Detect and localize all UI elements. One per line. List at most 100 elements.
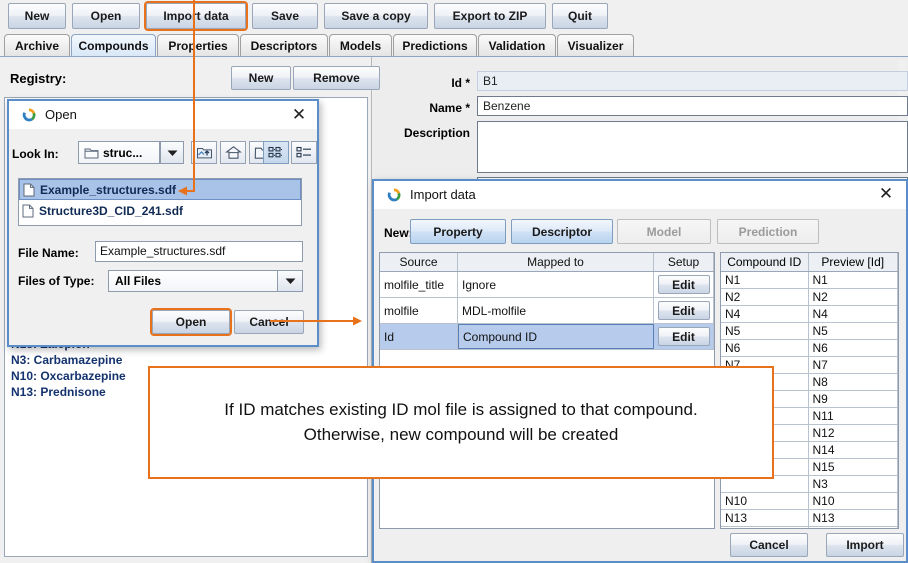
file-icon: [22, 204, 34, 217]
id-field-label: Id *: [451, 76, 470, 90]
table-row[interactable]: N13 N13: [721, 510, 898, 527]
toolbar-button-save[interactable]: Save: [252, 3, 318, 29]
column-header-setup: Setup: [654, 253, 714, 271]
tab-compounds[interactable]: Compounds: [71, 34, 156, 56]
cell-preview-id: N10: [809, 493, 898, 509]
app-spinner-icon: [387, 188, 401, 202]
toolbar-button-quit[interactable]: Quit: [552, 3, 608, 29]
cell-mapped-to[interactable]: MDL-molfile: [458, 298, 654, 323]
new-label: New:: [384, 226, 413, 240]
annotation-arrowhead-right: [353, 316, 362, 326]
annotation-line-import: [193, 0, 195, 192]
registry-remove-button[interactable]: Remove: [293, 66, 380, 90]
new-property-button[interactable]: Property: [410, 219, 506, 244]
toolbar-button-export-to-zip[interactable]: Export to ZIP: [434, 3, 546, 29]
table-row[interactable]: N6 N6: [721, 340, 898, 357]
table-row[interactable]: N5 N5: [721, 323, 898, 340]
import-cancel-button[interactable]: Cancel: [730, 533, 808, 557]
cell-preview-id: [809, 527, 898, 528]
close-icon[interactable]: ✕: [289, 105, 309, 125]
open-dialog-title: Open: [45, 107, 77, 122]
look-in-value: struc...: [103, 145, 143, 160]
mapping-table-header: Source Mapped to Setup: [380, 253, 714, 272]
edit-button[interactable]: Edit: [657, 275, 710, 294]
toolbar-button-save-a-copy[interactable]: Save a copy: [324, 3, 428, 29]
table-row[interactable]: N1 N1: [721, 272, 898, 289]
edit-button[interactable]: Edit: [657, 327, 710, 346]
open-button[interactable]: Open: [150, 308, 232, 336]
list-item[interactable]: Structure3D_CID_241.sdf: [19, 200, 301, 221]
import-dialog-title: Import data: [410, 187, 476, 202]
tab-properties[interactable]: Properties: [157, 34, 239, 56]
file-name: Example_structures.sdf: [40, 182, 177, 197]
cell-preview-id: N8: [809, 374, 898, 390]
toolbar-button-new[interactable]: New: [8, 3, 66, 29]
cell-preview-id: N4: [809, 306, 898, 322]
tab-visualizer[interactable]: Visualizer: [557, 34, 634, 56]
toolbar-button-import-data[interactable]: Import data: [144, 1, 248, 31]
cell-preview-id: N13: [809, 510, 898, 526]
folder-icon: [84, 148, 99, 159]
table-row[interactable]: Id Compound ID Edit: [380, 324, 714, 350]
details-view-icon[interactable]: [263, 141, 289, 164]
new-prediction-button: Prediction: [717, 219, 819, 244]
tab-predictions[interactable]: Predictions: [393, 34, 477, 56]
cell-preview-id: N12: [809, 425, 898, 441]
cell-preview-id: N1: [809, 272, 898, 288]
file-name-label: File Name:: [18, 246, 79, 260]
name-field[interactable]: Benzene: [477, 96, 908, 116]
chevron-down-icon[interactable]: [160, 141, 184, 164]
table-row[interactable]: N4 N4: [721, 306, 898, 323]
app-spinner-icon: [22, 108, 36, 122]
file-list[interactable]: Example_structures.sdf Structure3D_CID_2…: [18, 178, 302, 226]
table-row[interactable]: N2 N2: [721, 289, 898, 306]
tab-validation[interactable]: Validation: [478, 34, 556, 56]
file-name-input[interactable]: Example_structures.sdf: [95, 241, 303, 262]
home-icon[interactable]: [220, 141, 246, 164]
column-header-mapped-to: Mapped to: [458, 253, 654, 271]
toolbar-button-open[interactable]: Open: [72, 3, 140, 29]
cell-compound-id: N5: [721, 323, 809, 339]
id-field[interactable]: B1: [477, 71, 908, 91]
list-item[interactable]: Example_structures.sdf: [19, 179, 301, 200]
name-field-label: Name *: [429, 101, 470, 115]
look-in-label: Look In:: [12, 147, 59, 161]
cell-compound-id: N13: [721, 510, 809, 526]
tab-models[interactable]: Models: [329, 34, 392, 56]
annotation-callout: If ID matches existing ID mol file is as…: [148, 366, 774, 479]
import-confirm-button[interactable]: Import: [826, 533, 904, 557]
list-view-icon[interactable]: [291, 141, 317, 164]
chevron-down-icon[interactable]: [277, 271, 302, 291]
registry-new-button[interactable]: New: [231, 66, 291, 90]
cell-compound-id: N2: [721, 289, 809, 305]
cell-preview-id: N5: [809, 323, 898, 339]
open-dialog-cancel-button[interactable]: Cancel: [234, 310, 304, 334]
column-header-source: Source: [380, 253, 458, 271]
table-row[interactable]: [721, 527, 898, 528]
column-header-preview-id: Preview [Id]: [809, 253, 898, 271]
description-field[interactable]: [477, 121, 908, 173]
cell-compound-id: N6: [721, 340, 809, 356]
table-row[interactable]: N10 N10: [721, 493, 898, 510]
cell-source: molfile_title: [380, 272, 458, 297]
look-in-combobox[interactable]: struc...: [78, 141, 160, 164]
cell-preview-id: N14: [809, 442, 898, 458]
file-name: Structure3D_CID_241.sdf: [39, 203, 184, 218]
cell-mapped-to[interactable]: Compound ID: [458, 324, 654, 349]
table-row[interactable]: molfile_title Ignore Edit: [380, 272, 714, 298]
tab-descriptors[interactable]: Descriptors: [240, 34, 328, 56]
annotation-line-2: Otherwise, new compound will be created: [303, 424, 619, 444]
cell-source: Id: [380, 324, 458, 349]
cell-mapped-to[interactable]: Ignore: [458, 272, 654, 297]
table-row[interactable]: molfile MDL-molfile Edit: [380, 298, 714, 324]
cell-source: molfile: [380, 298, 458, 323]
new-descriptor-button[interactable]: Descriptor: [511, 219, 613, 244]
cell-preview-id: N11: [809, 408, 898, 424]
new-model-button: Model: [617, 219, 711, 244]
edit-button[interactable]: Edit: [657, 301, 710, 320]
tab-archive[interactable]: Archive: [4, 34, 70, 56]
registry-label: Registry:: [10, 71, 67, 86]
close-icon[interactable]: ✕: [876, 184, 896, 204]
cell-preview-id: N9: [809, 391, 898, 407]
files-of-type-combobox[interactable]: All Files: [108, 270, 303, 292]
